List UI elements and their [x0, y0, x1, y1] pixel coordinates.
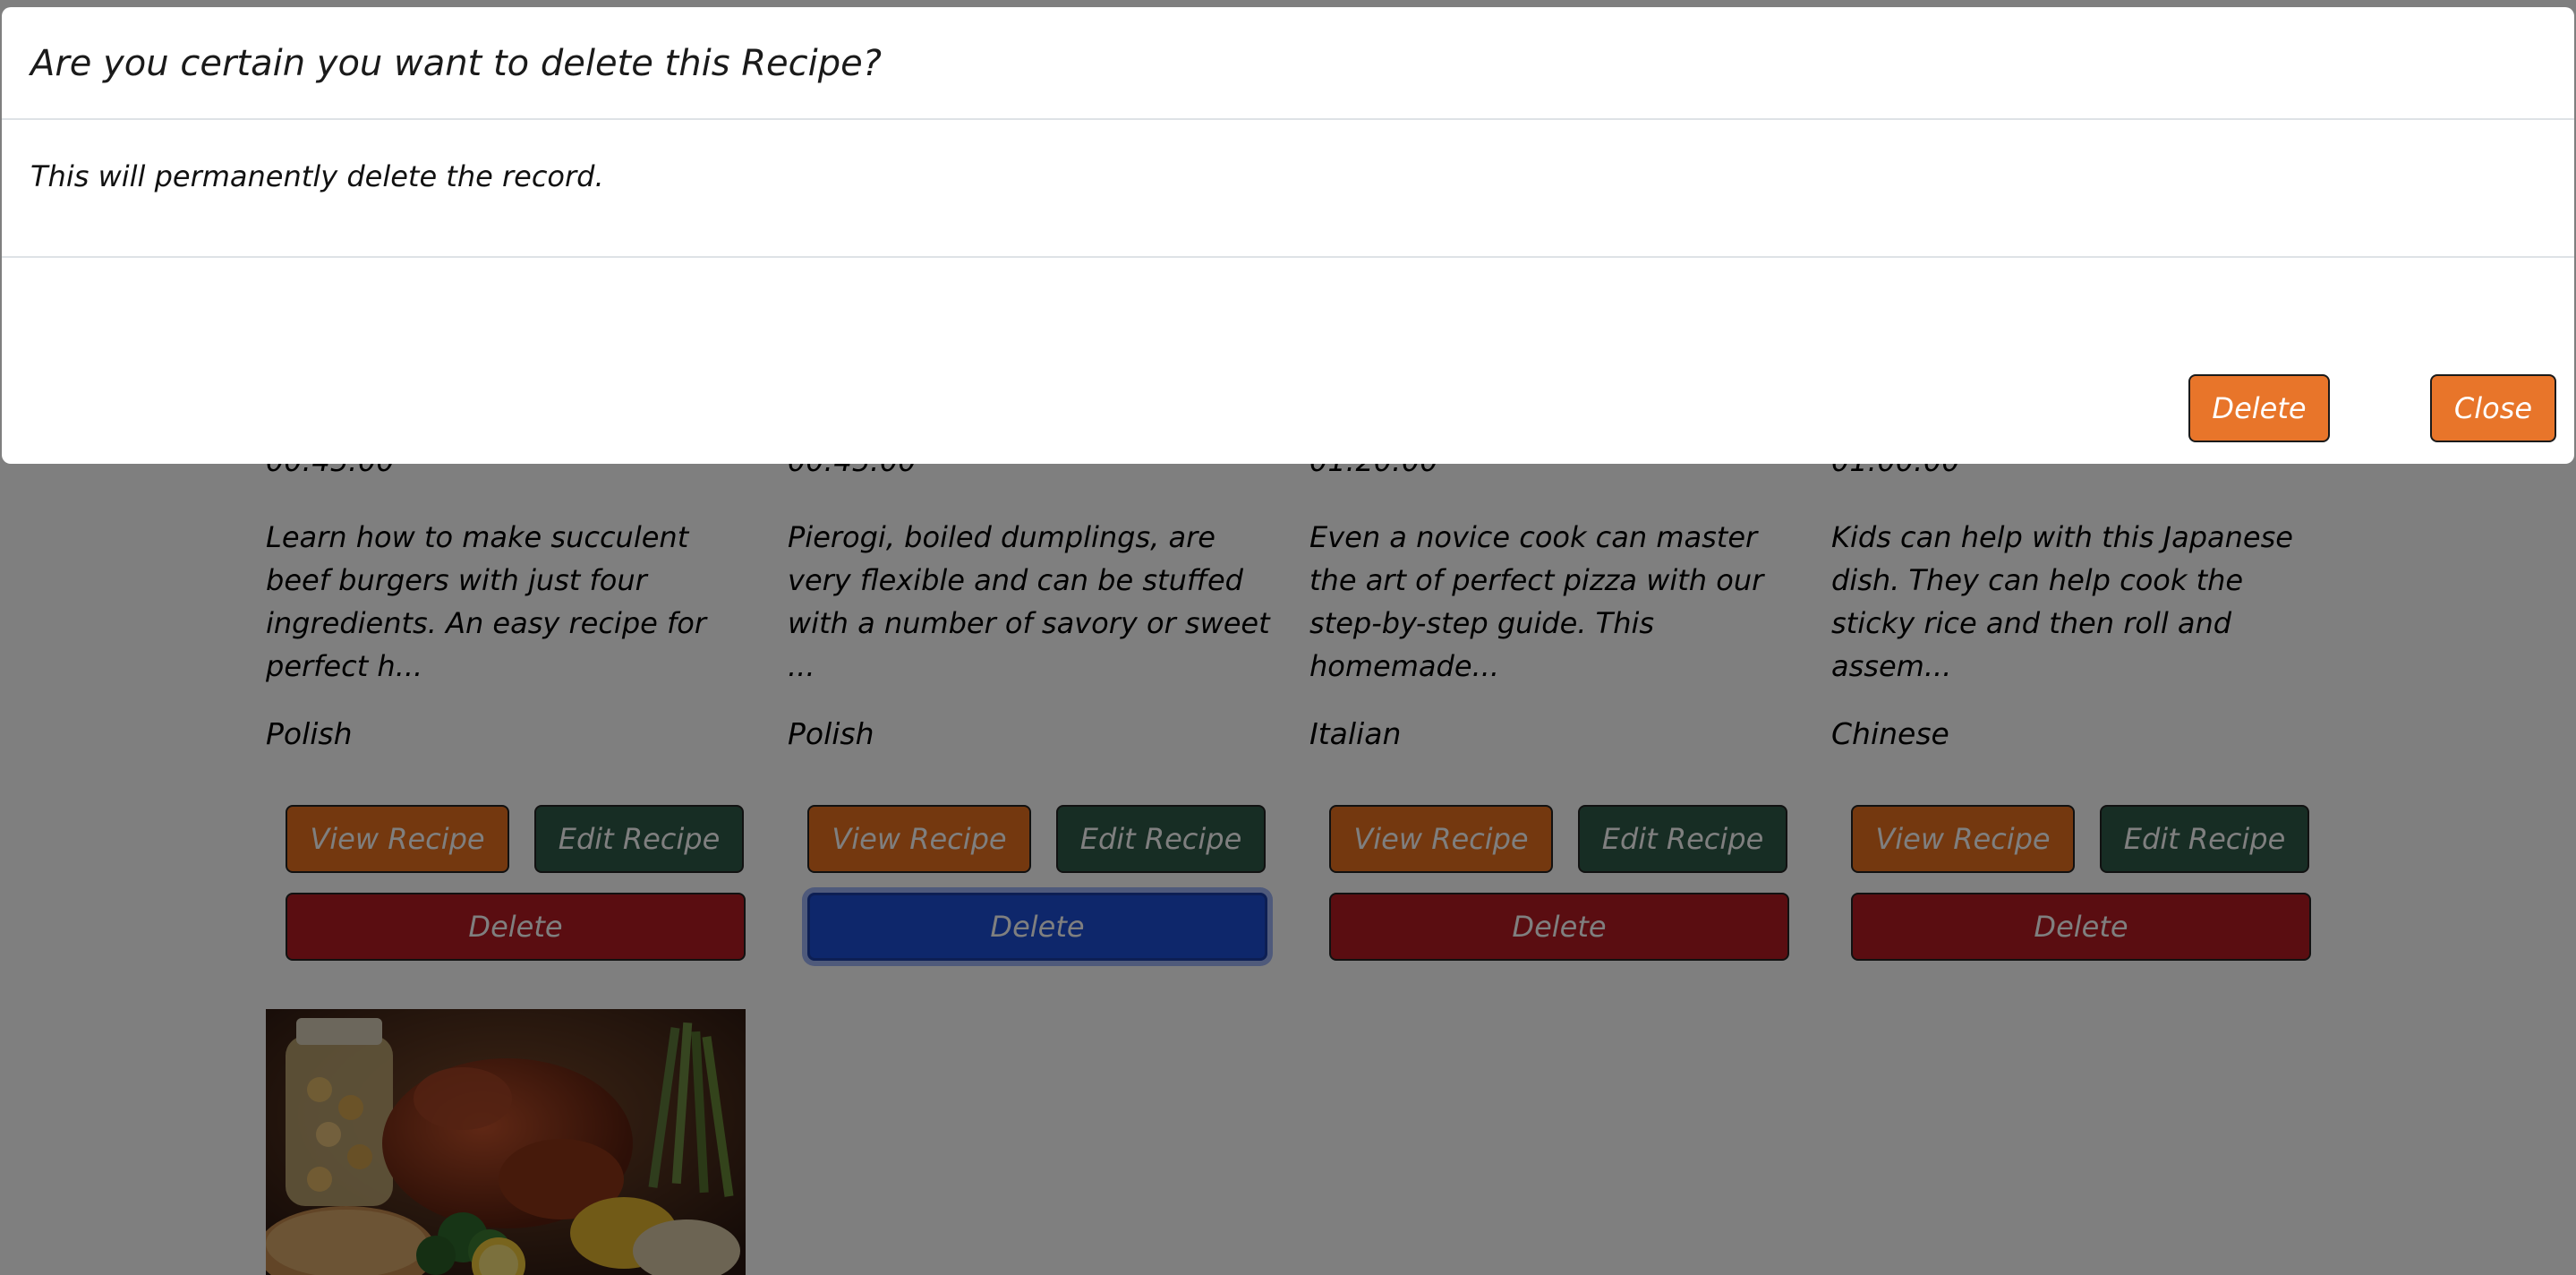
confirm-delete-button[interactable]: Delete [2188, 374, 2330, 442]
close-button[interactable]: Close [2430, 374, 2556, 442]
modal-header: Are you certain you want to delete this … [2, 7, 2574, 120]
delete-confirm-dialog: Are you certain you want to delete this … [2, 7, 2574, 464]
modal-body: This will permanently delete the record. [2, 120, 2574, 258]
recipes-page: 00:45:00 Learn how to make succulent bee… [0, 0, 2576, 1275]
modal-title: Are you certain you want to delete this … [30, 43, 882, 84]
modal-message: This will permanently delete the record. [30, 159, 604, 193]
